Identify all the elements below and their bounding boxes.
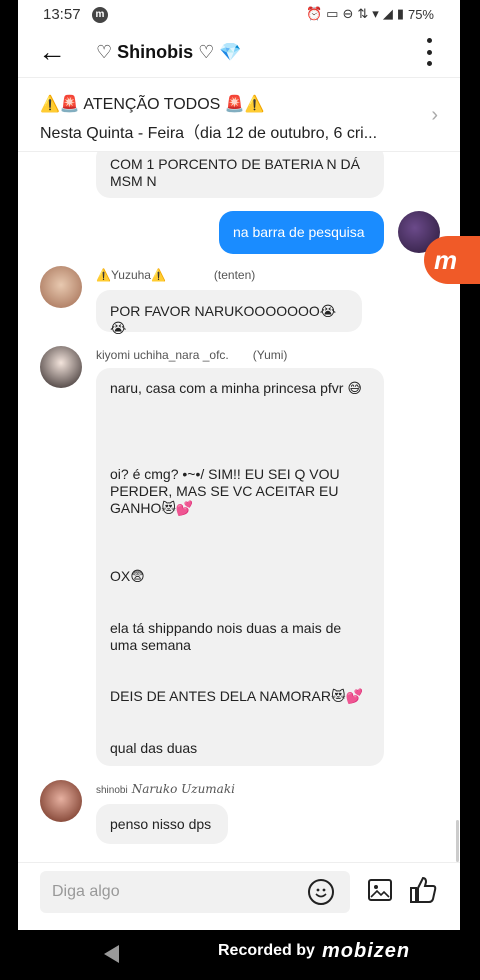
avatar-kiyomi[interactable]: [40, 346, 82, 388]
battery-icon: ▮: [396, 6, 404, 21]
recorded-by-label: Recorded by: [218, 942, 315, 959]
message-text: penso nisso dps: [110, 816, 212, 832]
mobizen-logo: mobizen: [322, 940, 411, 962]
signal-icon: ◢: [382, 6, 393, 21]
emoji-icon[interactable]: [308, 879, 334, 905]
message-text: oi? é cmg? •~•/ SIM!! EU SEI Q VOU PERDE…: [110, 466, 340, 516]
message-text: na barra de pesquisa: [233, 224, 365, 240]
message-bubble[interactable]: penso nisso dps: [96, 804, 228, 844]
nav-back-icon[interactable]: [104, 945, 119, 963]
sender-name[interactable]: ⚠️Yuzuha⚠️ (tenten): [96, 268, 255, 282]
message-composer: Diga algo: [18, 862, 460, 930]
message-text: COM 1 PORCENTO DE BATERIA N DÁ MSM N: [110, 156, 360, 189]
cast-icon: ▭: [326, 6, 339, 21]
sender-name[interactable]: kiyomi uchiha_nara _ofc. (Yumi): [96, 348, 287, 362]
app-screen: 13:57 m ⏰ ▭ ⊖ ⇅ ▾ ◢ ▮ 75% ← ♡ Shinobis ♡…: [18, 0, 460, 930]
data-icon: ⇅: [357, 6, 369, 21]
message-text: ela tá shippando nois duas a mais de uma…: [110, 620, 342, 653]
chat-title: ♡ Shinobis ♡ 💎: [96, 42, 242, 62]
message-input[interactable]: Diga algo: [40, 871, 350, 913]
like-icon[interactable]: [408, 875, 438, 905]
message-text: POR FAVOR NARUKOOOOOOO😭😭: [110, 303, 337, 336]
message-input-placeholder: Diga algo: [52, 883, 120, 900]
message-text: OX😨: [110, 568, 145, 584]
announcement-subtitle: Nesta Quinta - Feira（dia 12 de outubro, …: [40, 125, 378, 142]
status-time: 13:57: [43, 6, 81, 23]
chat-scrollbar[interactable]: [456, 820, 459, 862]
sender-name[interactable]: shinobi Naruko Uzumaki: [96, 782, 235, 796]
status-bar: 13:57 m ⏰ ▭ ⊖ ⇅ ▾ ◢ ▮ 75%: [18, 0, 460, 30]
message-text: naru, casa com a minha princesa pfvr 😅: [110, 380, 362, 396]
status-icons: ⏰ ▭ ⊖ ⇅ ▾ ◢ ▮ 75%: [306, 6, 434, 22]
system-nav-bar: Recorded by mobizen: [0, 930, 480, 980]
message-list[interactable]: COM 1 PORCENTO DE BATERIA N DÁ MSM N na …: [18, 152, 460, 862]
wifi-icon: ▾: [372, 6, 379, 21]
battery-level: 75%: [407, 6, 434, 22]
chevron-right-icon: ›: [431, 104, 438, 126]
announcement-headline: ⚠️🚨 ATENÇÃO TODOS 🚨⚠️: [40, 96, 265, 113]
image-icon[interactable]: [368, 879, 392, 901]
message-bubble[interactable]: POR FAVOR NARUKOOOOOOO😭😭: [96, 290, 362, 336]
avatar-naruko[interactable]: [40, 780, 82, 822]
message-bubble[interactable]: COM 1 PORCENTO DE BATERIA N DÁ MSM N: [96, 152, 384, 198]
message-text: qual das duas: [110, 740, 198, 756]
more-options-icon[interactable]: [426, 38, 432, 66]
dnd-icon: ⊖: [342, 6, 354, 21]
avatar-yuzuha[interactable]: [40, 266, 82, 308]
message-text: DEIS DE ANTES DELA NAMORAR😻💕: [110, 688, 363, 704]
mobizen-record-badge[interactable]: m: [424, 236, 480, 284]
alarm-icon: ⏰: [305, 6, 323, 21]
message-bubble[interactable]: naru, casa com a minha princesa pfvr 😅 o…: [96, 368, 384, 766]
announcement-banner[interactable]: ⚠️🚨 ATENÇÃO TODOS 🚨⚠️ Nesta Quinta - Fei…: [18, 84, 460, 152]
back-arrow-icon[interactable]: ←: [38, 38, 66, 66]
chat-header: ← ♡ Shinobis ♡ 💎: [18, 30, 460, 78]
message-bubble-outgoing[interactable]: na barra de pesquisa: [219, 211, 384, 254]
mobizen-status-icon: m: [92, 7, 108, 23]
